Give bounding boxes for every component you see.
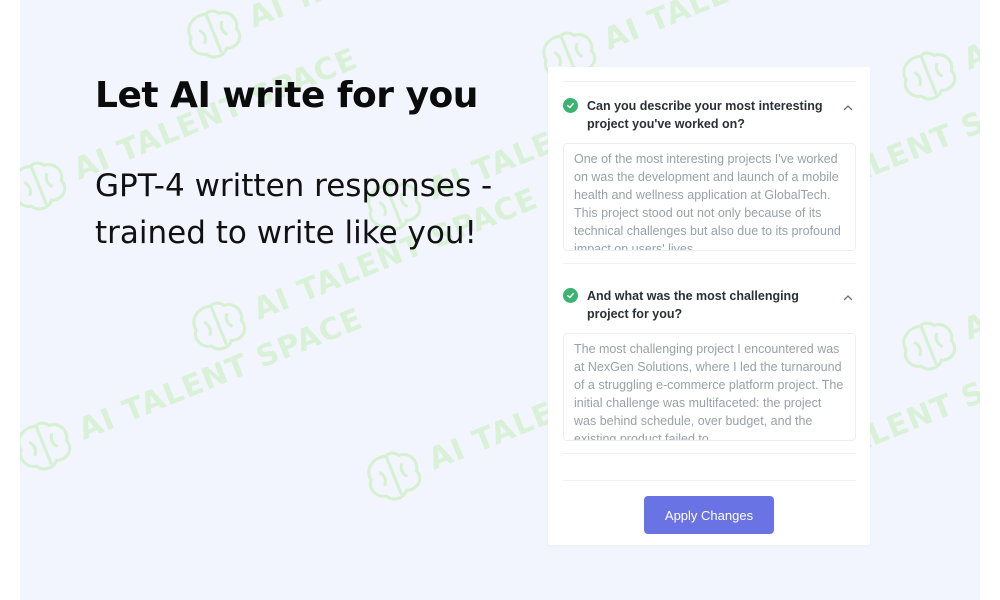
divider xyxy=(563,480,856,481)
brain-icon xyxy=(20,161,67,211)
brain-icon xyxy=(192,301,247,351)
page-background: AI TALENT SPACE AI TALENT SPACE AI TALEN… xyxy=(20,0,980,600)
brain-icon xyxy=(902,321,957,371)
check-circle-icon xyxy=(563,98,578,113)
watermark-text: AI TALENT SPACE xyxy=(958,0,980,78)
divider xyxy=(563,263,856,264)
watermark: AI TALENT SPACE xyxy=(20,292,371,482)
watermark: AI TALENT SPACE xyxy=(175,0,541,70)
chevron-up-icon[interactable] xyxy=(842,99,854,111)
watermark-text: AI TALENT SPACE xyxy=(73,300,368,448)
answer-textarea[interactable]: The most challenging project I encounter… xyxy=(563,333,856,441)
watermark-text: AI TALENT SPACE xyxy=(958,201,980,348)
question-header[interactable]: And what was the most challenging projec… xyxy=(563,271,856,323)
brain-icon xyxy=(902,51,957,101)
answer-textarea[interactable]: One of the most interesting projects I'v… xyxy=(563,143,856,251)
brain-icon xyxy=(367,451,422,501)
qa-item: And what was the most challenging projec… xyxy=(563,271,856,454)
brain-icon xyxy=(20,421,72,471)
qa-card: Can you describe your most interesting p… xyxy=(548,67,870,545)
watermark-text: AI TALENT SPACE xyxy=(243,0,537,35)
chevron-up-icon[interactable] xyxy=(842,289,854,301)
watermark: AI TALENT SPACE xyxy=(890,192,980,382)
question-header[interactable]: Can you describe your most interesting p… xyxy=(563,81,856,133)
divider xyxy=(563,453,856,454)
hero-headline: Let AI write for you xyxy=(95,75,478,116)
check-circle-icon xyxy=(563,288,578,303)
brain-icon xyxy=(187,9,242,59)
apply-changes-button[interactable]: Apply Changes xyxy=(644,496,774,534)
qa-item: Can you describe your most interesting p… xyxy=(563,81,856,264)
question-text: Can you describe your most interesting p… xyxy=(587,99,823,131)
hero-subtext: GPT-4 written responses - trained to wri… xyxy=(95,168,493,251)
watermark-text: AI TALENT SPACE xyxy=(598,0,892,57)
watermark: AI TALENT SPACE xyxy=(890,0,980,112)
question-text: And what was the most challenging projec… xyxy=(587,289,799,321)
